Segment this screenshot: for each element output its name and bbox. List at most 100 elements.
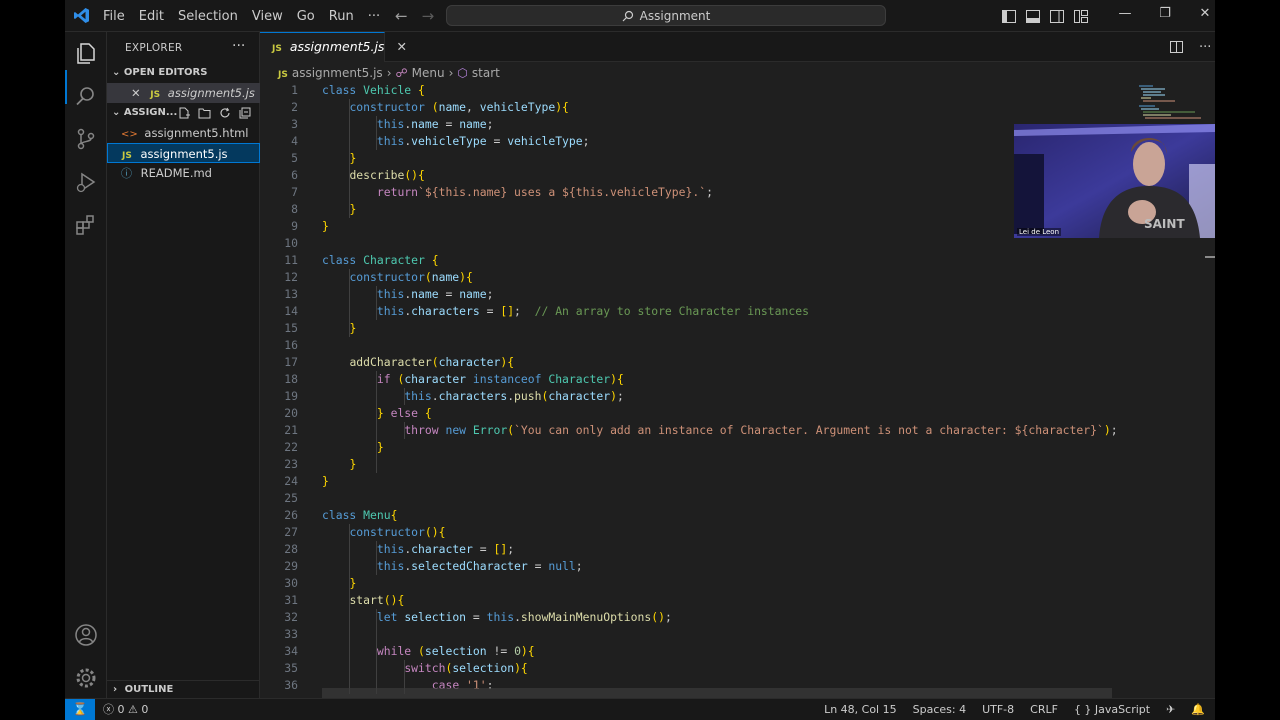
code-line[interactable]: 19 this.characters.push(character); (260, 388, 1210, 405)
horizontal-scrollbar[interactable] (322, 688, 1112, 698)
eol-status[interactable]: CRLF (1030, 699, 1058, 720)
file-item-js[interactable]: JS assignment5.js (107, 143, 260, 163)
folder-section[interactable]: ⌄ ASSIGN... (107, 103, 260, 123)
restore-icon[interactable]: ❐ (1145, 6, 1185, 21)
tab-assignment5-js[interactable]: JS assignment5.js ✕ (260, 32, 407, 62)
menu-more[interactable]: ··· (368, 9, 380, 24)
menu-bar: File Edit Selection View Go Run ··· (103, 0, 394, 32)
line-number: 18 (284, 372, 298, 386)
open-editor-filename: assignment5.js (167, 86, 255, 100)
code-line[interactable]: 2 constructor (name, vehicleType){ (260, 99, 1210, 116)
settings-gear-icon[interactable] (73, 665, 99, 691)
code-line[interactable]: 25 (260, 490, 1210, 507)
minimize-icon[interactable]: — (1105, 6, 1145, 21)
code-line[interactable]: 21 throw new Error(`You can only add an … (260, 422, 1210, 439)
code-line[interactable]: 23 } (260, 456, 1210, 473)
active-indicator (65, 70, 67, 104)
close-tab-icon[interactable]: ✕ (396, 39, 406, 54)
new-folder-icon[interactable] (198, 107, 211, 119)
forward-arrow-icon[interactable]: → (422, 7, 435, 25)
code-line[interactable]: 27 constructor(){ (260, 524, 1210, 541)
copilot-icon[interactable]: ✈ (1166, 699, 1175, 720)
open-editor-item[interactable]: ✕ JS assignment5.js (107, 83, 260, 103)
new-file-icon[interactable] (178, 107, 190, 119)
toggle-secondary-sidebar-icon[interactable] (1050, 8, 1066, 23)
code-line[interactable]: 32 let selection = this.showMainMenuOpti… (260, 609, 1210, 626)
more-actions-icon[interactable]: ··· (1199, 40, 1211, 55)
code-line[interactable]: 1 class Vehicle { (260, 82, 1210, 99)
code-line[interactable]: 20 } else { (260, 405, 1210, 422)
run-debug-icon[interactable] (73, 169, 99, 195)
activity-bar (65, 32, 107, 698)
split-editor-icon[interactable] (1170, 41, 1183, 53)
toggle-sidebar-icon[interactable] (1002, 8, 1018, 23)
command-center-search[interactable]: Assignment (446, 5, 886, 26)
line-number: 32 (284, 610, 298, 624)
code-line[interactable]: 22 } (260, 439, 1210, 456)
info-file-icon: ⓘ (121, 167, 132, 180)
breadcrumb-class[interactable]: Menu (412, 66, 445, 80)
explorer-more-icon[interactable]: ··· (232, 38, 245, 54)
menu-file[interactable]: File (103, 9, 125, 24)
code-line[interactable]: 18 if (character instanceof Character){ (260, 371, 1210, 388)
explorer-icon[interactable] (73, 40, 99, 66)
back-arrow-icon[interactable]: ← (395, 7, 408, 25)
extensions-icon[interactable] (73, 212, 99, 238)
breadcrumb-method[interactable]: start (472, 66, 500, 80)
code-line[interactable]: 11 class Character { (260, 252, 1210, 269)
outline-section[interactable]: › OUTLINE (107, 680, 260, 699)
code-line[interactable]: 30 } (260, 575, 1210, 592)
code-line[interactable]: 15 } (260, 320, 1210, 337)
file-item-readme[interactable]: ⓘ README.md (107, 163, 260, 183)
vscode-logo-icon (74, 8, 89, 23)
close-editor-icon[interactable]: ✕ (131, 86, 141, 100)
code-line[interactable]: 14 this.characters = []; // An array to … (260, 303, 1210, 320)
code-line[interactable]: 26 class Menu{ (260, 507, 1210, 524)
menu-view[interactable]: View (252, 9, 283, 24)
notifications-bell-icon[interactable]: 🔔 (1191, 699, 1205, 720)
menu-run[interactable]: Run (329, 9, 354, 24)
code-line[interactable]: 16 (260, 337, 1210, 354)
open-editors-section[interactable]: ⌄ OPEN EDITORS (107, 63, 260, 83)
search-icon[interactable] (73, 83, 99, 109)
menu-go[interactable]: Go (297, 9, 315, 24)
line-number: 33 (284, 627, 298, 641)
explorer-sidebar: EXPLORER ··· ⌄ OPEN EDITORS ✕ JS assignm… (107, 32, 260, 698)
code-line[interactable]: 33 (260, 626, 1210, 643)
code-line[interactable]: 24} (260, 473, 1210, 490)
code-line[interactable]: 12 constructor(name){ (260, 269, 1210, 286)
code-line[interactable]: 17 addCharacter(character){ (260, 354, 1210, 371)
code-line[interactable]: 28 this.character = []; (260, 541, 1210, 558)
menu-edit[interactable]: Edit (139, 9, 164, 24)
breadcrumb-file[interactable]: assignment5.js (292, 66, 383, 80)
webcam-video: SAINT (1014, 124, 1215, 238)
line-number: 4 (291, 134, 298, 148)
refresh-icon[interactable] (219, 107, 231, 119)
cursor-position[interactable]: Ln 48, Col 15 (824, 699, 897, 720)
outline-label: OUTLINE (124, 684, 174, 695)
encoding-status[interactable]: UTF-8 (982, 699, 1014, 720)
code-line[interactable]: 35 switch(selection){ (260, 660, 1210, 677)
method-symbol-icon: ⬡ (457, 66, 468, 80)
indent-guide (349, 524, 350, 694)
customize-layout-icon[interactable] (1074, 8, 1090, 23)
minimap[interactable] (1135, 84, 1205, 124)
code-line[interactable]: 34 while (selection != 0){ (260, 643, 1210, 660)
code-line[interactable]: 29 this.selectedCharacter = null; (260, 558, 1210, 575)
source-control-icon[interactable] (73, 126, 99, 152)
indentation-status[interactable]: Spaces: 4 (913, 699, 966, 720)
close-window-icon[interactable]: ✕ (1185, 6, 1215, 21)
collapse-all-icon[interactable] (239, 107, 251, 119)
remote-indicator-icon[interactable]: ⌛ (65, 699, 95, 720)
language-mode[interactable]: { } JavaScript (1074, 699, 1150, 720)
toggle-panel-icon[interactable] (1026, 8, 1042, 23)
code-line[interactable]: 31 start(){ (260, 592, 1210, 609)
indent-guide (404, 388, 405, 405)
account-icon[interactable] (73, 622, 99, 648)
code-line[interactable]: 13 this.name = name; (260, 286, 1210, 303)
indent-guide (376, 371, 377, 473)
problems-status[interactable]: ⓧ 0 ⚠ 0 (103, 699, 148, 720)
file-item-html[interactable]: <> assignment5.html (107, 123, 260, 143)
menu-selection[interactable]: Selection (178, 9, 238, 24)
file-name: assignment5.html (144, 126, 249, 140)
